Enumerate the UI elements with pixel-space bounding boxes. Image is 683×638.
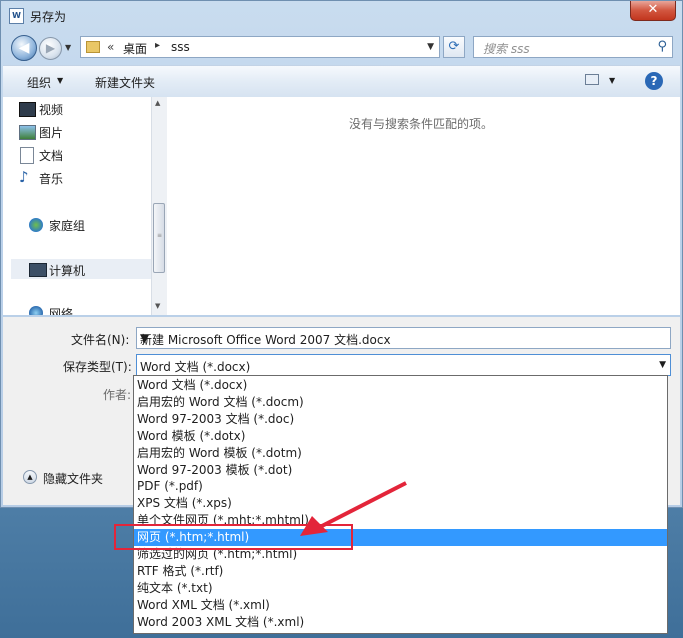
view-dropdown-icon[interactable]: ▼ [609, 76, 615, 85]
sidebar-item-computer[interactable]: 计算机 [29, 262, 86, 280]
command-toolbar: 组织 ▼ 新建文件夹 ▼ ? [3, 65, 680, 98]
filename-label: 文件名(N): [71, 333, 130, 347]
computer-icon [29, 263, 47, 277]
document-icon [20, 147, 34, 164]
new-folder-button[interactable]: 新建文件夹 [95, 74, 155, 91]
filetype-option[interactable]: Word 97-2003 模板 (*.dot) [134, 462, 667, 479]
empty-results-message: 没有与搜索条件匹配的项。 [349, 117, 494, 131]
recent-pages-dropdown-icon[interactable]: ▼ [65, 43, 71, 52]
filetype-option[interactable]: Word 模板 (*.dotx) [134, 428, 667, 445]
watermark-logo: Baidu 经验 [528, 586, 651, 611]
search-icon[interactable]: ⚲ [657, 39, 667, 54]
sidebar-item-video[interactable]: 视频 [19, 101, 64, 119]
picture-icon [19, 125, 36, 140]
scroll-down-icon[interactable]: ▼ [155, 302, 160, 310]
file-list-pane[interactable]: 没有与搜索条件匹配的项。 [167, 97, 680, 315]
music-icon: ♪ [19, 168, 29, 186]
navigation-scrollbar[interactable]: ▲ ≡ ▼ [151, 97, 167, 315]
word-app-icon: W [9, 8, 24, 24]
homegroup-icon [29, 218, 43, 232]
back-button[interactable]: ◀ [11, 35, 37, 61]
navigation-bar: ◀ ▶ ▼ « 桌面 ▸ sss ▼ ⟳ 搜索 sss ⚲ [1, 31, 682, 63]
filename-dropdown-icon[interactable]: ▼ [140, 331, 666, 345]
sidebar-item-homegroup[interactable]: 家庭组 [29, 217, 86, 235]
scroll-up-icon[interactable]: ▲ [155, 99, 160, 107]
network-icon [29, 306, 43, 315]
sidebar-item-label: 音乐 [39, 172, 64, 186]
sidebar-item-music[interactable]: ♪ 音乐 [19, 168, 64, 188]
hide-folders-label[interactable]: 隐藏文件夹 [43, 470, 103, 487]
filetype-value[interactable]: Word 文档 (*.docx) [140, 358, 250, 375]
collapse-icon[interactable]: ▲ [23, 470, 37, 484]
sidebar-item-label: 图片 [39, 126, 64, 140]
sidebar-item-documents[interactable]: 文档 [20, 147, 64, 165]
organize-dropdown-icon[interactable]: ▼ [57, 76, 63, 85]
breadcrumb-desktop[interactable]: 桌面 [123, 40, 147, 57]
sidebar-item-label: 家庭组 [49, 219, 86, 233]
refresh-icon[interactable]: ⟳ [443, 36, 465, 58]
filetype-dropdown-icon[interactable]: ▼ [659, 360, 666, 370]
search-box[interactable]: 搜索 sss ⚲ [473, 36, 673, 58]
scrollbar-thumb[interactable]: ≡ [153, 203, 165, 273]
watermark-url: jingyan.baidu.com [568, 614, 661, 625]
sidebar-item-network[interactable]: 网络 [29, 305, 74, 315]
title-bar[interactable]: W 另存为 ✕ [1, 1, 682, 31]
filetype-option[interactable]: 启用宏的 Word 模板 (*.dotm) [134, 445, 667, 462]
address-bar[interactable]: « 桌面 ▸ sss ▼ [80, 36, 440, 58]
filetype-label: 保存类型(T): [63, 360, 132, 374]
breadcrumb-sss[interactable]: sss [171, 40, 190, 54]
sidebar-item-label: 视频 [39, 103, 64, 117]
filetype-option[interactable]: RTF 格式 (*.rtf) [134, 563, 667, 580]
sidebar-item-label: 网络 [49, 307, 74, 315]
window-title: 另存为 [30, 10, 67, 24]
sidebar-item-label: 计算机 [49, 264, 86, 278]
annotation-highlight-box [114, 524, 353, 550]
filetype-option[interactable]: 启用宏的 Word 文档 (*.docm) [134, 394, 667, 411]
search-placeholder[interactable]: 搜索 sss [483, 40, 530, 57]
close-button[interactable]: ✕ [630, 1, 676, 21]
sidebar-item-pictures[interactable]: 图片 [19, 124, 64, 142]
breadcrumb-separator-icon[interactable]: ▸ [155, 40, 160, 51]
address-dropdown-icon[interactable]: ▼ [427, 42, 434, 52]
filetype-option[interactable]: Word 97-2003 文档 (*.doc) [134, 411, 667, 428]
filetype-option[interactable]: Word 文档 (*.docx) [134, 377, 667, 394]
forward-button[interactable]: ▶ [39, 37, 62, 60]
filename-input[interactable]: 新建 Microsoft Office Word 2007 文档.docx ▼ [136, 327, 671, 349]
navigation-pane: 视频 图片 文档 ♪ 音乐 家庭组 计算机 网络 [3, 97, 151, 315]
sidebar-item-label: 文档 [39, 149, 64, 163]
help-icon[interactable]: ? [645, 72, 663, 90]
grip-icon: ≡ [157, 232, 163, 239]
video-icon [19, 102, 36, 117]
filetype-select[interactable]: Word 文档 (*.docx) ▼ [136, 354, 671, 376]
breadcrumb-overflow[interactable]: « [107, 40, 114, 54]
organize-button[interactable]: 组织 [27, 74, 51, 91]
folder-icon [86, 41, 100, 53]
view-options-icon[interactable] [585, 74, 599, 85]
author-label: 作者: [103, 388, 132, 402]
